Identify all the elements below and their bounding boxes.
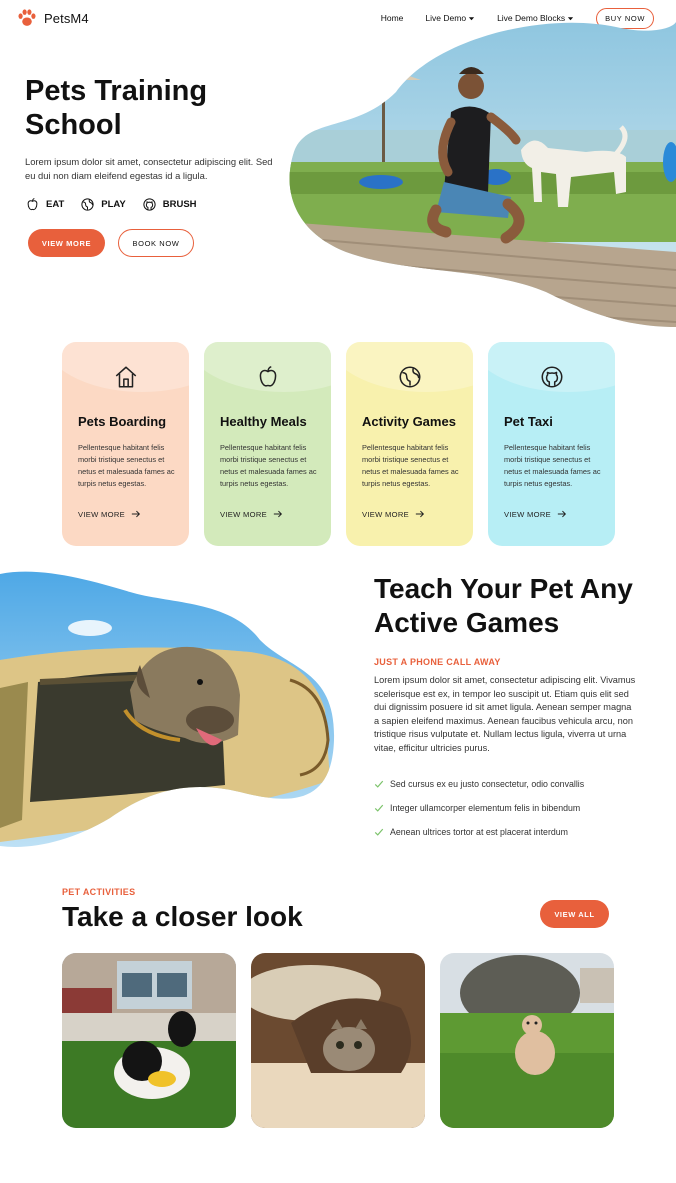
card-title: Pets Boarding [78,414,167,429]
feature-brush: BRUSH [142,197,197,212]
apple-icon [27,198,38,211]
hero-image-trainer-with-dog [289,22,676,327]
card-link-label: VIEW MORE [362,509,409,519]
checklist-item: Sed cursus ex eu justo consectetur, odio… [374,772,584,796]
games-checklist: Sed cursus ex eu justo consectetur, odio… [374,772,584,844]
service-card-activity-games[interactable]: Activity Games Pellentesque habitant fel… [346,342,473,546]
card-view-more-link[interactable]: VIEW MORE [504,509,567,519]
caret-down-icon [567,16,574,20]
globe-icon [81,198,94,211]
service-card-healthy-meals[interactable]: Healthy Meals Pellentesque habitant feli… [204,342,331,546]
checklist-text: Aenean ultrices tortor at est placerat i… [390,827,568,837]
caret-down-icon [468,16,475,20]
card-title: Healthy Meals [220,414,307,429]
card-text: Pellentesque habitant felis morbi tristi… [78,443,175,488]
view-all-button[interactable]: VIEW ALL [540,900,609,928]
cat-under-blanket-image [251,953,425,1128]
check-icon [374,828,384,836]
arrow-right-icon [415,510,425,518]
games-title: Teach Your Pet Any Active Games [374,573,633,638]
home-icon [115,366,136,388]
card-text: Pellentesque habitant felis morbi tristi… [504,443,601,488]
brand-name: PetsM4 [44,10,89,26]
card-link-label: VIEW MORE [220,509,267,519]
globe-icon [398,366,421,388]
brand[interactable]: PetsM4 [16,7,89,29]
hero-description: Lorem ipsum dolor sit amet, consectetur … [25,156,273,181]
card-title: Pet Taxi [504,414,553,429]
checklist-item: Aenean ultrices tortor at est placerat i… [374,820,584,844]
feature-play: PLAY [80,197,126,212]
view-more-button[interactable]: VIEW MORE [28,229,105,257]
apple-icon [259,365,276,387]
arrow-right-icon [557,510,567,518]
github-icon [143,198,156,211]
hero-features: EAT PLAY BRUSH [25,197,197,212]
gallery-photo-puppy-with-toy[interactable] [62,953,236,1128]
card-text: Pellentesque habitant felis morbi tristi… [220,443,317,488]
card-view-more-link[interactable]: VIEW MORE [220,509,283,519]
feature-eat-label: EAT [46,199,65,210]
check-icon [374,780,384,788]
games-body: Lorem ipsum dolor sit amet, consectetur … [374,675,636,753]
check-icon [374,804,384,812]
github-icon [540,366,563,388]
hero-title: Pets Training School [25,75,208,141]
service-card-pet-taxi[interactable]: Pet Taxi Pellentesque habitant felis mor… [488,342,615,546]
feature-eat: EAT [25,197,64,212]
service-cards: Pets Boarding Pellentesque habitant feli… [62,342,615,546]
checklist-text: Integer ullamcorper elementum felis in b… [390,803,581,813]
dog-running-image [440,953,614,1128]
card-view-more-link[interactable]: VIEW MORE [362,509,425,519]
arrow-right-icon [273,510,283,518]
feature-brush-label: BRUSH [162,199,197,210]
activities-gallery [62,953,614,1128]
gallery-photo-cat-under-blanket[interactable] [251,953,425,1128]
activities-title: Take a closer look [62,901,303,932]
games-subtitle: JUST A PHONE CALL AWAY [374,657,501,667]
card-view-more-link[interactable]: VIEW MORE [78,509,141,519]
book-now-button[interactable]: BOOK NOW [118,229,194,257]
card-link-label: VIEW MORE [78,509,125,519]
activities-label: PET ACTIVITIES [62,887,136,897]
card-text: Pellentesque habitant felis morbi tristi… [362,443,459,488]
dog-in-car-image [0,571,335,847]
gallery-photo-dog-running[interactable] [440,953,614,1128]
puppy-with-toy-image [62,953,236,1128]
checklist-text: Sed cursus ex eu justo consectetur, odio… [390,779,585,789]
feature-play-label: PLAY [101,199,126,210]
checklist-item: Integer ullamcorper elementum felis in b… [374,796,584,820]
card-link-label: VIEW MORE [504,509,551,519]
paw-logo-icon [18,9,36,26]
service-card-pets-boarding[interactable]: Pets Boarding Pellentesque habitant feli… [62,342,189,546]
arrow-right-icon [131,510,141,518]
card-title: Activity Games [362,414,456,429]
